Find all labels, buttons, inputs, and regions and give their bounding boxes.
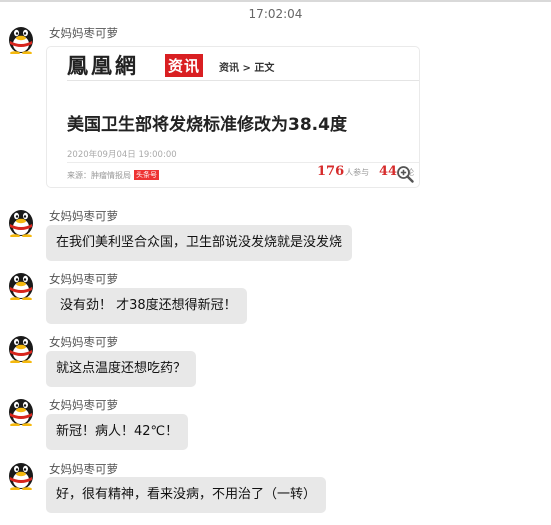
comments-count: 44 [379, 164, 398, 179]
message-bubble[interactable]: 好，很有精神，看来没病，不用治了（一转） [46, 477, 327, 513]
source-badge: 头条号 [134, 170, 159, 180]
participants-label: 人参与 [345, 168, 370, 177]
qq-penguin-icon[interactable] [6, 331, 36, 363]
brand-logo: 鳳凰網 [67, 53, 139, 78]
breadcrumb: 资讯 > 正文 [219, 63, 275, 74]
article-date: 2020年09月04日 19:00:00 [67, 150, 177, 160]
message-timestamp: 17:02:04 [248, 7, 303, 21]
brand-channel-tag: 资讯 [165, 54, 204, 77]
qq-penguin-icon[interactable] [6, 268, 36, 300]
qq-penguin-icon[interactable] [6, 394, 36, 426]
qq-penguin-icon[interactable] [6, 22, 36, 54]
magnifier-plus-icon[interactable] [396, 165, 414, 183]
sender-name: 女妈妈枣可萝 [49, 209, 118, 223]
source-label: 来源：肿瘤情报局 [67, 171, 131, 180]
message-bubble[interactable]: 没有劲！ 才38度还想得新冠！ [46, 288, 247, 324]
divider [67, 80, 419, 81]
sender-name: 女妈妈枣可萝 [49, 335, 118, 349]
shared-article-card[interactable]: 鳳凰網 资讯 资讯 > 正文 美国卫生部将发烧标准修改为38.4度 2020年0… [46, 46, 420, 188]
qq-penguin-icon[interactable] [6, 205, 36, 237]
participants-stat: 176人参与 [317, 164, 369, 179]
window-top-border [0, 0, 551, 2]
sender-name: 女妈妈枣可萝 [49, 398, 118, 412]
message-bubble[interactable]: 新冠！病人！42℃！ [46, 414, 189, 450]
article-title: 美国卫生部将发烧标准修改为38.4度 [67, 115, 347, 135]
message-bubble[interactable]: 在我们美利坚合众国，卫生部说没发烧就是没发烧 [46, 225, 353, 261]
message-bubble[interactable]: 就这点温度还想吃药？ [46, 351, 197, 387]
divider [67, 162, 419, 163]
qq-penguin-icon[interactable] [6, 458, 36, 490]
article-header: 鳳凰網 资讯 资讯 > 正文 [67, 50, 415, 78]
sender-name: 女妈妈枣可萝 [49, 26, 118, 40]
article-source: 来源：肿瘤情报局 头条号 [67, 170, 159, 181]
participants-count: 176 [317, 164, 345, 179]
sender-name: 女妈妈枣可萝 [49, 272, 118, 286]
sender-name: 女妈妈枣可萝 [49, 462, 118, 476]
